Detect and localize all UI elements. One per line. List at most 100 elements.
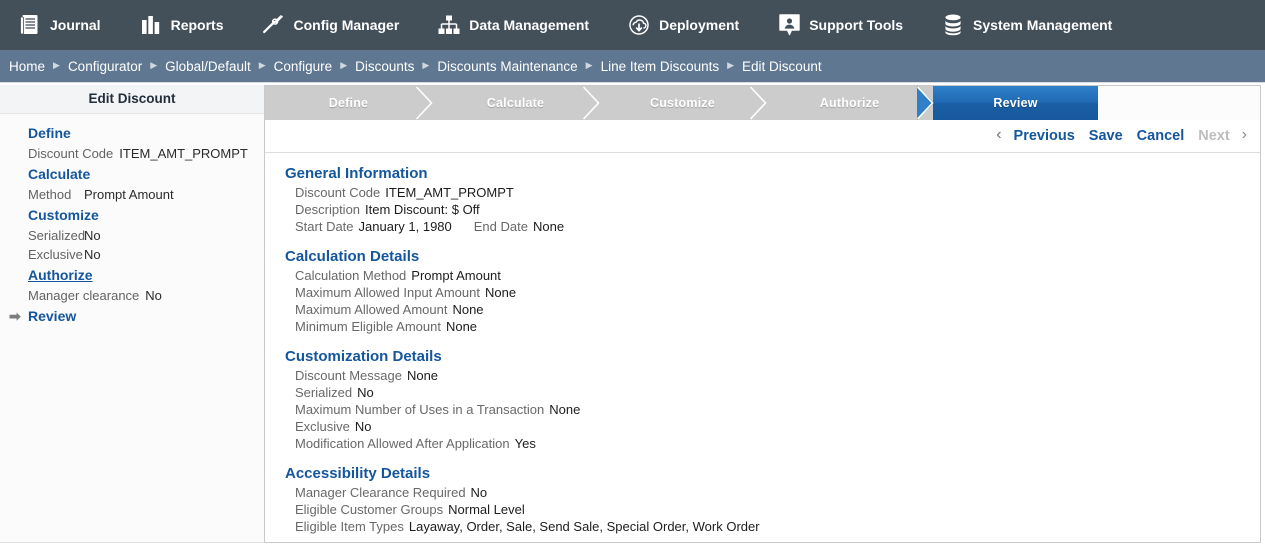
- wizard-sidebar: Edit Discount Define Discount Code ITEM_AM…: [0, 85, 265, 543]
- wizard-tab-customize[interactable]: Customize: [599, 86, 767, 120]
- wizard-tab-define[interactable]: Define: [265, 86, 433, 120]
- main-content-panel: Define Calculate Customize Authorize Review …: [265, 85, 1261, 543]
- review-row: Description Item Discount: $ Off: [285, 201, 1260, 218]
- breadcrumb-item-edit-discount: Edit Discount: [742, 58, 822, 74]
- sidebar-step-authorize[interactable]: Authorize: [0, 264, 264, 286]
- wizard-filler: [1098, 86, 1260, 120]
- review-row-value: Prompt Amount: [411, 268, 501, 283]
- review-section: Accessibility Details Manager Clearance R…: [285, 465, 1260, 535]
- review-row-value: None: [484, 285, 517, 300]
- wizard-tab-label: Customize: [649, 96, 715, 110]
- wizard-chevron-separator-icon: [749, 86, 767, 120]
- review-row: Eligible Item Types Layaway, Order, Sale,…: [285, 518, 1260, 535]
- review-row-label: Maximum Allowed Input Amount: [295, 285, 480, 300]
- page-body: Edit Discount Define Discount Code ITEM_AM…: [0, 83, 1265, 557]
- previous-button[interactable]: Previous: [1007, 128, 1082, 144]
- sidebar-step-label: Calculate: [28, 166, 91, 182]
- database-icon: [941, 13, 965, 37]
- breadcrumb-item-configurator[interactable]: Configurator: [68, 59, 142, 74]
- sidebar-step-label: Customize: [28, 207, 99, 223]
- breadcrumb-separator-icon: ▶: [585, 59, 593, 70]
- sidebar-field-label: Serialized: [28, 228, 86, 243]
- review-row-value: None: [406, 368, 439, 383]
- nav-item-label: Reports: [170, 17, 224, 33]
- cloud-download-icon: [627, 13, 651, 37]
- review-row-value: No: [470, 485, 488, 500]
- sidebar-field: Exclusive No: [0, 245, 264, 264]
- breadcrumb-item-discounts-maintenance[interactable]: Discounts Maintenance: [437, 59, 577, 74]
- review-row-value: ITEM_AMT_PROMPT: [385, 185, 514, 200]
- sidebar-title: Edit Discount: [0, 85, 264, 114]
- nav-item-label: Data Management: [469, 17, 590, 33]
- wrench-icon: [261, 13, 285, 37]
- sidebar-field: Method Prompt Amount: [0, 185, 264, 204]
- breadcrumb-item-global-default[interactable]: Global/Default: [165, 59, 251, 74]
- previous-chevron-icon[interactable]: ‹: [991, 127, 1006, 143]
- breadcrumb-item-discounts[interactable]: Discounts: [355, 59, 414, 74]
- review-row-value: No: [354, 419, 372, 434]
- nav-item-journal[interactable]: Journal: [18, 7, 115, 43]
- wizard-tab-authorize[interactable]: Authorize: [766, 86, 934, 120]
- breadcrumb-item-configure[interactable]: Configure: [274, 59, 333, 74]
- review-summary: General Information Discount Code ITEM_AMT…: [265, 153, 1260, 542]
- review-row-label: Minimum Eligible Amount: [295, 319, 441, 334]
- nav-item-system-management[interactable]: System Management: [941, 7, 1126, 43]
- wizard-tab-label: Define: [328, 96, 369, 110]
- sidebar-step-define[interactable]: Define: [0, 122, 264, 144]
- breadcrumb: Home ▶ Configurator ▶ Global/Default ▶ Configu…: [0, 50, 1265, 83]
- sidebar-field-value: No: [84, 228, 101, 243]
- sidebar-field: Serialized No: [0, 226, 264, 245]
- sidebar-step-review[interactable]: ➡ Review: [0, 305, 264, 327]
- sidebar-field-label: Exclusive: [28, 247, 83, 262]
- nav-item-data-management[interactable]: Data Management: [437, 7, 603, 43]
- nav-item-deployment[interactable]: Deployment: [627, 7, 753, 43]
- action-bar: ‹ Previous Save Cancel Next ›: [265, 120, 1260, 153]
- review-row-value: None: [549, 402, 581, 417]
- hierarchy-icon: [437, 13, 461, 37]
- sidebar-field-value: ITEM_AMT_PROMPT: [119, 146, 248, 161]
- wizard-tab-label: Review: [993, 96, 1038, 110]
- review-row-label: Start Date: [295, 219, 354, 234]
- wizard-chevron-separator-icon: [415, 86, 433, 120]
- review-row-value-secondary: None: [532, 219, 565, 234]
- review-row-label: Eligible Item Types: [295, 519, 404, 534]
- review-row: Maximum Allowed Amount None: [285, 301, 1260, 318]
- review-row: Modification Allowed After Application Ye…: [285, 435, 1260, 452]
- breadcrumb-item-line-item-discounts[interactable]: Line Item Discounts: [601, 59, 720, 74]
- wizard-step-tabs: Define Calculate Customize Authorize Review: [265, 86, 1260, 120]
- review-section: Calculation Details Calculation Method Pro…: [285, 248, 1260, 335]
- sidebar-step-label: Authorize: [28, 267, 93, 283]
- sidebar-step-label: Review: [28, 308, 77, 324]
- nav-item-config-manager[interactable]: Config Manager: [261, 7, 413, 43]
- sidebar-step-label: Define: [28, 125, 71, 141]
- review-row-label: Eligible Customer Groups: [295, 502, 444, 517]
- sidebar-step-customize[interactable]: Customize: [0, 204, 264, 226]
- sidebar-field: Manager clearance No: [0, 286, 264, 305]
- review-row: Maximum Number of Uses in a Transaction N…: [285, 401, 1260, 418]
- review-row-label: Exclusive: [295, 419, 350, 434]
- wizard-chevron-separator-icon: [582, 86, 600, 120]
- review-row: Manager Clearance Required No: [285, 484, 1260, 501]
- review-row: Eligible Customer Groups Normal Level: [285, 501, 1260, 518]
- sidebar-step-calculate[interactable]: Calculate: [0, 163, 264, 185]
- review-row: Serialized No: [285, 384, 1260, 401]
- cancel-button[interactable]: Cancel: [1130, 128, 1192, 144]
- review-row-value: Normal Level: [448, 502, 525, 517]
- wizard-tab-calculate[interactable]: Calculate: [432, 86, 600, 120]
- review-row-value: Layaway, Order, Sale, Send Sale, Special…: [408, 519, 760, 534]
- nav-item-reports[interactable]: Reports: [139, 7, 238, 43]
- review-row-label: Discount Code: [295, 185, 381, 200]
- wizard-chevron-separator-icon: [916, 86, 934, 120]
- nav-item-support-tools[interactable]: Support Tools: [777, 7, 917, 43]
- review-row-value: January 1, 1980: [358, 219, 452, 234]
- wizard-tab-review[interactable]: Review: [933, 86, 1098, 120]
- review-section-title: Customization Details: [285, 348, 442, 365]
- breadcrumb-item-home[interactable]: Home: [9, 59, 45, 74]
- review-row-label: Modification Allowed After Application: [295, 436, 510, 451]
- bar-chart-icon: [139, 13, 163, 37]
- save-button[interactable]: Save: [1082, 128, 1130, 144]
- breadcrumb-separator-icon: ▶: [727, 59, 735, 70]
- wizard-tab-label: Calculate: [486, 96, 545, 110]
- review-row: Discount Message None: [285, 367, 1260, 384]
- next-chevron-icon[interactable]: ›: [1237, 127, 1252, 143]
